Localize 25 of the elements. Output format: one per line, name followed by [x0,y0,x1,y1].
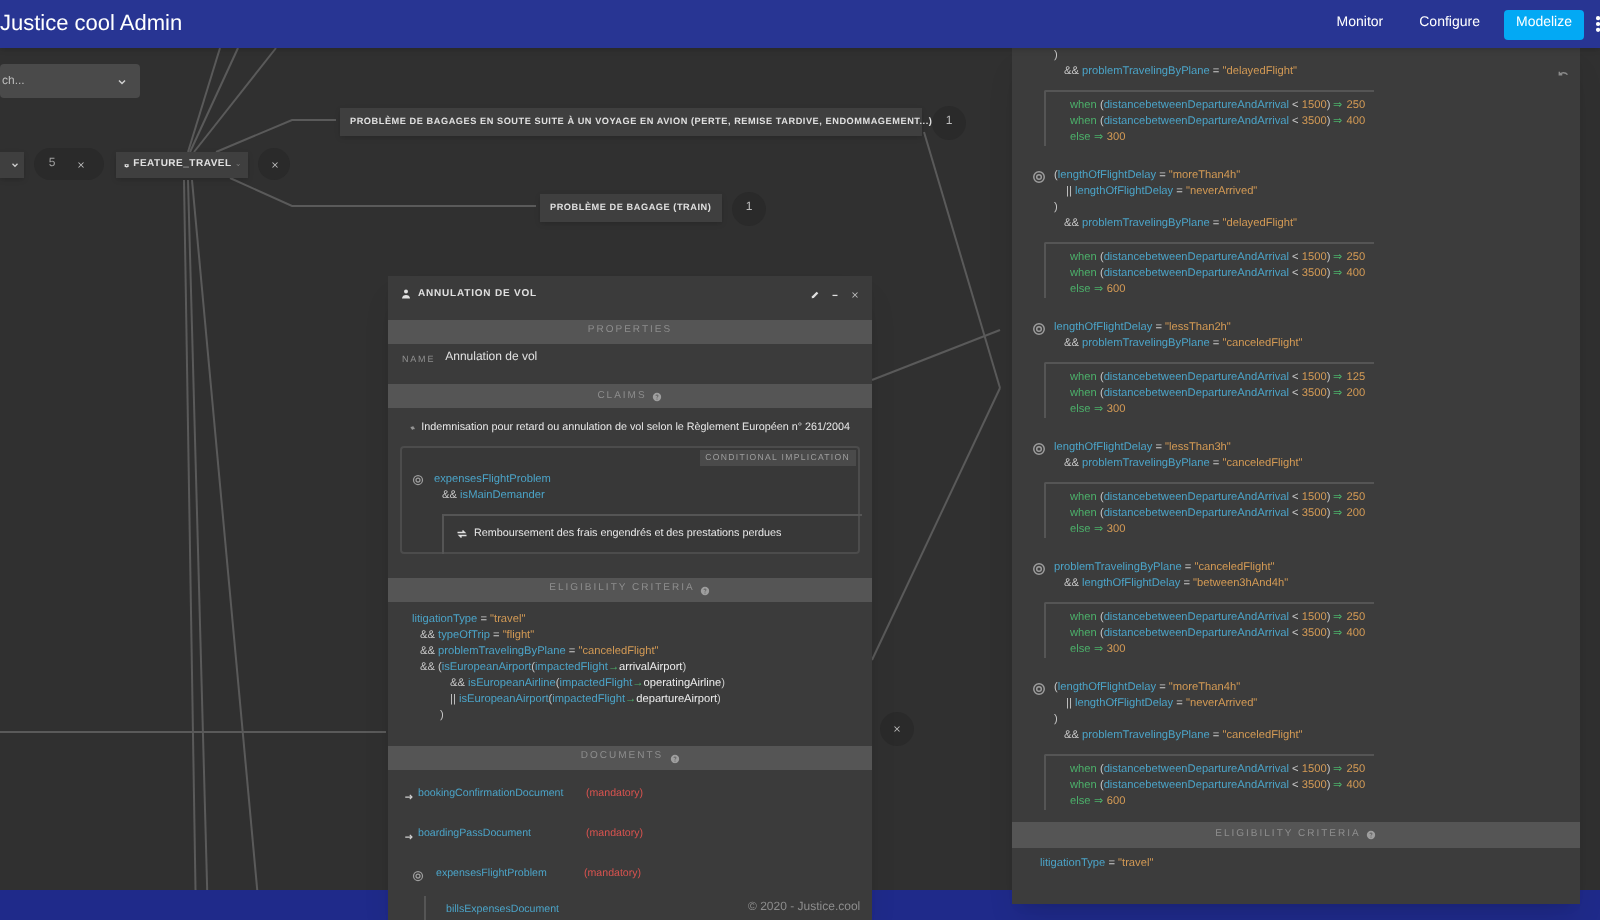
edit-icon[interactable] [810,289,820,300]
minimize-icon[interactable] [830,289,840,300]
condition-icon [412,870,424,883]
condition-icon [1032,442,1046,456]
help-icon[interactable] [669,753,680,764]
help-icon[interactable] [700,585,711,596]
close-icon [269,159,279,169]
condition-icon [1032,322,1046,336]
condition-icon [1032,170,1046,184]
close-icon [892,724,902,734]
document-icon [404,791,414,802]
help-icon[interactable] [652,391,663,402]
condition-icon [1032,682,1046,696]
help-icon[interactable] [1366,830,1377,840]
flow-node[interactable] [0,152,24,178]
caret-icon [10,160,20,170]
claim-icon [456,528,468,541]
condition-icon [1032,562,1046,576]
person-icon [400,288,412,301]
close-icon[interactable] [76,159,86,169]
document-icon [404,831,414,842]
app-title: Justice cool Admin [0,9,183,40]
condition-icon [412,473,424,486]
caret-icon[interactable] [116,76,128,88]
close-icon[interactable] [850,289,860,300]
